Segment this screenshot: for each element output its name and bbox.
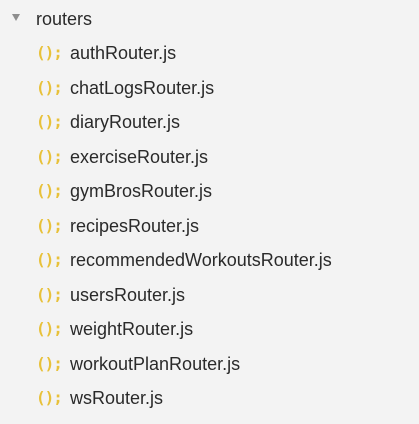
file-label: exerciseRouter.js: [70, 146, 209, 167]
file-label: chatLogsRouter.js: [70, 77, 215, 98]
file-item[interactable]: (); exerciseRouter.js: [0, 140, 419, 175]
folder-label: routers: [36, 9, 93, 29]
folder-routers[interactable]: routers: [0, 3, 419, 37]
js-file-icon: ();: [36, 112, 63, 131]
js-file-icon: ();: [36, 181, 63, 200]
file-label: recipesRouter.js: [70, 215, 200, 236]
chevron-down-icon[interactable]: [12, 14, 20, 21]
js-file-icon: ();: [36, 353, 63, 373]
file-item[interactable]: (); recommendedWorkoutsRouter.js: [0, 243, 419, 278]
file-item[interactable]: (); diaryRouter.js: [0, 105, 419, 140]
file-label: gymBrosRouter.js: [70, 181, 213, 201]
js-file-icon: ();: [36, 43, 63, 62]
file-item[interactable]: (); usersRouter.js: [0, 278, 419, 313]
file-item[interactable]: (); wsRouter.js: [0, 381, 419, 416]
file-label: weightRouter.js: [70, 319, 194, 339]
file-item[interactable]: (); authRouter.js: [0, 36, 419, 71]
file-item[interactable]: (); gymBrosRouter.js: [0, 174, 419, 209]
file-label: authRouter.js: [70, 43, 177, 63]
file-label: wsRouter.js: [70, 388, 164, 408]
js-file-icon: ();: [36, 146, 63, 166]
js-file-icon: ();: [36, 284, 63, 304]
file-item[interactable]: (); workoutPlanRouter.js: [0, 347, 419, 382]
file-label: recommendedWorkoutsRouter.js: [70, 250, 332, 270]
file-item[interactable]: (); chatLogsRouter.js: [0, 71, 419, 106]
file-label: usersRouter.js: [70, 284, 186, 305]
js-file-icon: ();: [36, 77, 63, 97]
file-tree: routers (); authRouter.js (); chatLogsRo…: [0, 0, 419, 424]
js-file-icon: ();: [36, 250, 63, 269]
file-item[interactable]: (); weightRouter.js: [0, 312, 419, 347]
file-label: workoutPlanRouter.js: [70, 353, 241, 374]
js-file-icon: ();: [36, 215, 63, 235]
file-label: diaryRouter.js: [70, 112, 181, 132]
js-file-icon: ();: [36, 319, 63, 338]
file-list: (); authRouter.js (); chatLogsRouter.js …: [0, 36, 419, 416]
file-item[interactable]: (); recipesRouter.js: [0, 209, 419, 244]
js-file-icon: ();: [36, 388, 63, 407]
